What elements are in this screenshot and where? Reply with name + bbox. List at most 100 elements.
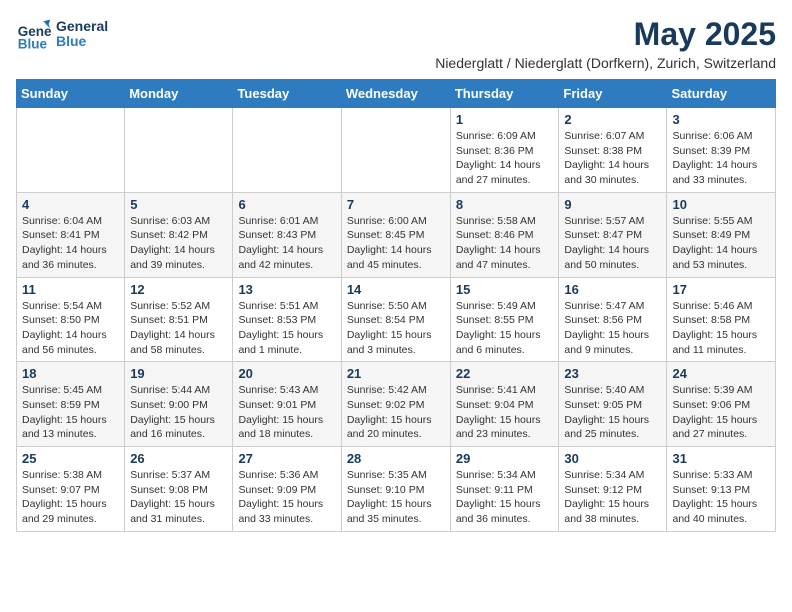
day-info: Sunrise: 5:34 AMSunset: 9:12 PMDaylight:… [564,468,661,527]
day-number: 5 [130,197,227,212]
day-number: 17 [672,282,770,297]
day-info: Sunrise: 5:50 AMSunset: 8:54 PMDaylight:… [347,299,445,358]
day-info: Sunrise: 5:52 AMSunset: 8:51 PMDaylight:… [130,299,227,358]
calendar-cell [341,108,450,193]
week-row-2: 4 Sunrise: 6:04 AMSunset: 8:41 PMDaylight… [17,192,776,277]
day-number: 14 [347,282,445,297]
calendar-cell: 22 Sunrise: 5:41 AMSunset: 9:04 PMDayligh… [450,362,559,447]
calendar-cell: 20 Sunrise: 5:43 AMSunset: 9:01 PMDayligh… [233,362,341,447]
logo-icon: General Blue [16,16,52,52]
weekday-header-sunday: Sunday [17,80,125,108]
calendar-cell: 29 Sunrise: 5:34 AMSunset: 9:11 PMDayligh… [450,447,559,532]
day-number: 12 [130,282,227,297]
week-row-5: 25 Sunrise: 5:38 AMSunset: 9:07 PMDayligh… [17,447,776,532]
calendar-cell: 27Sunrise: 5:36 AMSunset: 9:09 PMDayligh… [233,447,341,532]
logo: General Blue General Blue [16,16,108,52]
day-number: 18 [22,366,119,381]
calendar-cell: 8Sunrise: 5:58 AMSunset: 8:46 PMDaylight… [450,192,559,277]
day-info: Sunrise: 5:35 AMSunset: 9:10 PMDaylight:… [347,468,445,527]
day-number: 26 [130,451,227,466]
calendar-cell: 23 Sunrise: 5:40 AMSunset: 9:05 PMDayligh… [559,362,667,447]
calendar-cell: 16Sunrise: 5:47 AMSunset: 8:56 PMDayligh… [559,277,667,362]
weekday-header-saturday: Saturday [667,80,776,108]
day-info: Sunrise: 6:09 AMSunset: 8:36 PMDaylight:… [456,129,554,188]
logo-text: General Blue [56,19,108,50]
weekday-header-thursday: Thursday [450,80,559,108]
calendar-cell: 3Sunrise: 6:06 AMSunset: 8:39 PMDaylight… [667,108,776,193]
title-block: May 2025 Niederglatt / Niederglatt (Dorf… [435,16,776,71]
calendar-cell: 11Sunrise: 5:54 AMSunset: 8:50 PMDayligh… [17,277,125,362]
day-info: Sunrise: 5:49 AMSunset: 8:55 PMDaylight:… [456,299,554,358]
calendar-cell [233,108,341,193]
day-info: Sunrise: 5:41 AMSunset: 9:04 PMDaylight:… [456,383,554,442]
day-info: Sunrise: 5:44 AMSunset: 9:00 PMDaylight:… [130,383,227,442]
calendar-cell: 15 Sunrise: 5:49 AMSunset: 8:55 PMDayligh… [450,277,559,362]
day-info: Sunrise: 6:06 AMSunset: 8:39 PMDaylight:… [672,129,770,188]
weekday-header-monday: Monday [125,80,233,108]
day-info: Sunrise: 5:38 AMSunset: 9:07 PMDaylight:… [22,468,119,527]
week-row-3: 11Sunrise: 5:54 AMSunset: 8:50 PMDayligh… [17,277,776,362]
day-number: 13 [238,282,335,297]
day-number: 1 [456,112,554,127]
weekday-header-tuesday: Tuesday [233,80,341,108]
calendar-cell: 7Sunrise: 6:00 AMSunset: 8:45 PMDaylight… [341,192,450,277]
day-number: 29 [456,451,554,466]
day-number: 15 [456,282,554,297]
day-info: Sunrise: 5:55 AMSunset: 8:49 PMDaylight:… [672,214,770,273]
calendar-cell: 17 Sunrise: 5:46 AMSunset: 8:58 PMDayligh… [667,277,776,362]
day-info: Sunrise: 5:40 AMSunset: 9:05 PMDaylight:… [564,383,661,442]
weekday-header-friday: Friday [559,80,667,108]
day-number: 24 [672,366,770,381]
day-info: Sunrise: 5:51 AMSunset: 8:53 PMDaylight:… [238,299,335,358]
logo-line2: Blue [56,34,108,49]
logo-line1: General [56,19,108,34]
day-number: 23 [564,366,661,381]
day-number: 16 [564,282,661,297]
calendar-cell: 1 Sunrise: 6:09 AMSunset: 8:36 PMDaylight… [450,108,559,193]
calendar-cell: 31 Sunrise: 5:33 AMSunset: 9:13 PMDayligh… [667,447,776,532]
day-number: 22 [456,366,554,381]
week-row-1: 1 Sunrise: 6:09 AMSunset: 8:36 PMDaylight… [17,108,776,193]
calendar-cell: 30 Sunrise: 5:34 AMSunset: 9:12 PMDayligh… [559,447,667,532]
page-header: General Blue General Blue May 2025 Niede… [16,16,776,71]
calendar-cell: 21Sunrise: 5:42 AMSunset: 9:02 PMDayligh… [341,362,450,447]
day-number: 10 [672,197,770,212]
calendar-cell: 13 Sunrise: 5:51 AMSunset: 8:53 PMDayligh… [233,277,341,362]
day-number: 19 [130,366,227,381]
day-info: Sunrise: 5:45 AMSunset: 8:59 PMDaylight:… [22,383,119,442]
calendar-cell: 26 Sunrise: 5:37 AMSunset: 9:08 PMDayligh… [125,447,233,532]
day-number: 9 [564,197,661,212]
day-info: Sunrise: 5:37 AMSunset: 9:08 PMDaylight:… [130,468,227,527]
day-number: 6 [238,197,335,212]
calendar-cell [17,108,125,193]
day-info: Sunrise: 5:39 AMSunset: 9:06 PMDaylight:… [672,383,770,442]
day-number: 20 [238,366,335,381]
day-number: 30 [564,451,661,466]
day-info: Sunrise: 5:33 AMSunset: 9:13 PMDaylight:… [672,468,770,527]
day-info: Sunrise: 5:36 AMSunset: 9:09 PMDaylight:… [238,468,335,527]
weekday-header-wednesday: Wednesday [341,80,450,108]
calendar-cell: 5Sunrise: 6:03 AMSunset: 8:42 PMDaylight… [125,192,233,277]
day-info: Sunrise: 6:00 AMSunset: 8:45 PMDaylight:… [347,214,445,273]
calendar-table: SundayMondayTuesdayWednesdayThursdayFrid… [16,79,776,532]
day-number: 31 [672,451,770,466]
day-info: Sunrise: 5:46 AMSunset: 8:58 PMDaylight:… [672,299,770,358]
calendar-cell: 2Sunrise: 6:07 AMSunset: 8:38 PMDaylight… [559,108,667,193]
day-info: Sunrise: 6:01 AMSunset: 8:43 PMDaylight:… [238,214,335,273]
calendar-cell: 28 Sunrise: 5:35 AMSunset: 9:10 PMDayligh… [341,447,450,532]
day-number: 28 [347,451,445,466]
day-number: 21 [347,366,445,381]
svg-text:Blue: Blue [18,36,48,51]
month-title: May 2025 [435,16,776,53]
day-info: Sunrise: 5:43 AMSunset: 9:01 PMDaylight:… [238,383,335,442]
day-info: Sunrise: 6:04 AMSunset: 8:41 PMDaylight:… [22,214,119,273]
calendar-cell: 6 Sunrise: 6:01 AMSunset: 8:43 PMDaylight… [233,192,341,277]
calendar-cell: 25 Sunrise: 5:38 AMSunset: 9:07 PMDayligh… [17,447,125,532]
day-number: 25 [22,451,119,466]
calendar-cell: 12 Sunrise: 5:52 AMSunset: 8:51 PMDayligh… [125,277,233,362]
location-title: Niederglatt / Niederglatt (Dorfkern), Zu… [435,55,776,71]
day-number: 8 [456,197,554,212]
day-number: 4 [22,197,119,212]
day-info: Sunrise: 5:34 AMSunset: 9:11 PMDaylight:… [456,468,554,527]
weekday-header-row: SundayMondayTuesdayWednesdayThursdayFrid… [17,80,776,108]
